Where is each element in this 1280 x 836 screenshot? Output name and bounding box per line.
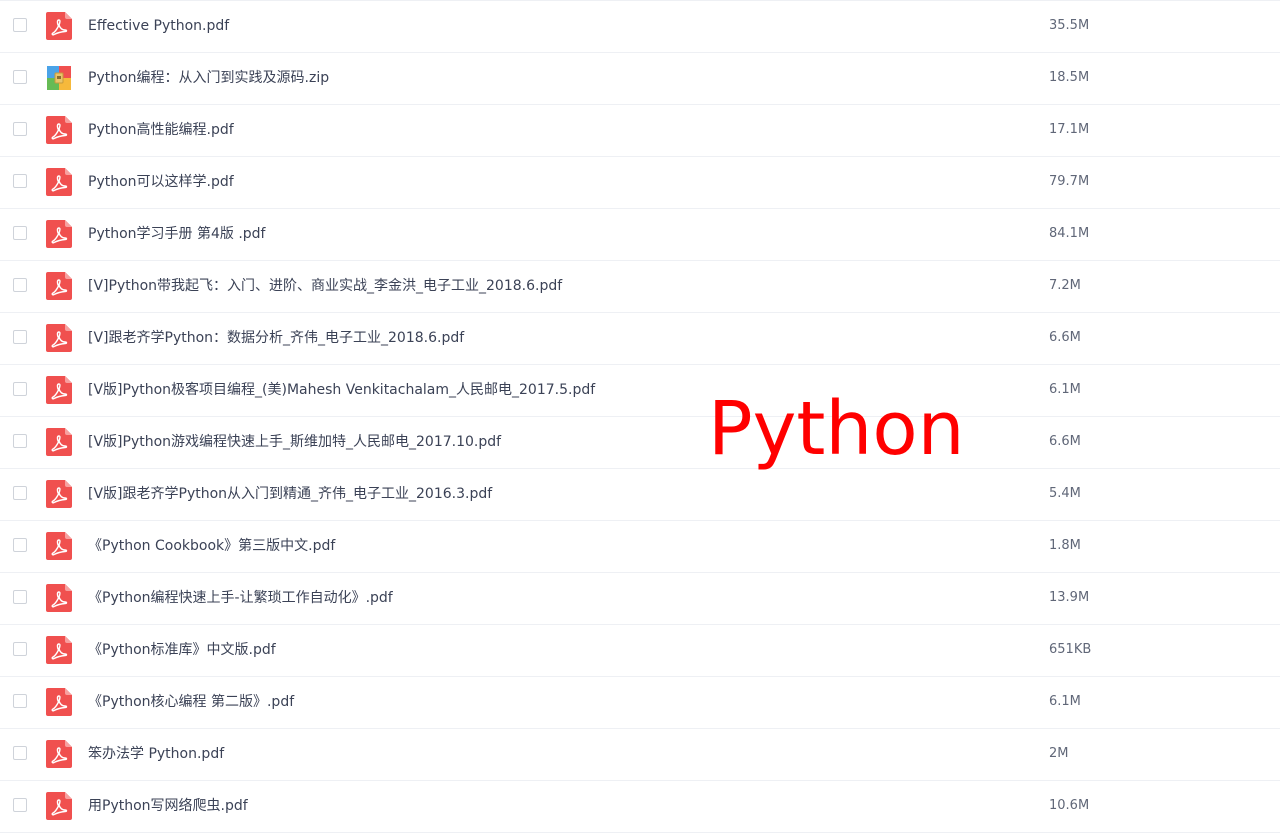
file-checkbox[interactable] — [13, 590, 27, 604]
file-checkbox[interactable] — [13, 434, 27, 448]
file-size: 6.6M — [1049, 330, 1081, 345]
file-row[interactable]: 用Python写网络爬虫.pdf 10.6M — [0, 781, 1280, 833]
file-name[interactable]: Python高性能编程.pdf — [88, 120, 234, 140]
pdf-icon — [46, 636, 72, 664]
pdf-icon — [46, 376, 72, 404]
pdf-icon — [46, 220, 72, 248]
file-name[interactable]: Python编程：从入门到实践及源码.zip — [88, 68, 329, 88]
file-name[interactable]: [V版]Python游戏编程快速上手_斯维加特_人民邮电_2017.10.pdf — [88, 432, 501, 452]
file-checkbox[interactable] — [13, 746, 27, 760]
file-name[interactable]: 《Python编程快速上手-让繁琐工作自动化》.pdf — [88, 588, 393, 608]
file-row[interactable]: Python高性能编程.pdf 17.1M — [0, 105, 1280, 157]
file-checkbox[interactable] — [13, 18, 27, 32]
file-checkbox[interactable] — [13, 278, 27, 292]
file-checkbox[interactable] — [13, 486, 27, 500]
file-name[interactable]: Python学习手册 第4版 .pdf — [88, 224, 266, 244]
pdf-icon — [46, 116, 72, 144]
file-size: 79.7M — [1049, 174, 1090, 189]
file-name[interactable]: [V]Python带我起飞：入门、进阶、商业实战_李金洪_电子工业_2018.6… — [88, 276, 562, 296]
pdf-icon — [46, 168, 72, 196]
file-row[interactable]: 《Python核心编程 第二版》.pdf 6.1M — [0, 677, 1280, 729]
file-size: 13.9M — [1049, 590, 1090, 605]
file-row[interactable]: [V版]Python游戏编程快速上手_斯维加特_人民邮电_2017.10.pdf… — [0, 417, 1280, 469]
file-name[interactable]: 《Python标准库》中文版.pdf — [88, 640, 276, 660]
file-row[interactable]: Effective Python.pdf 35.5M — [0, 1, 1280, 53]
pdf-icon — [46, 272, 72, 300]
file-name[interactable]: 笨办法学 Python.pdf — [88, 744, 224, 764]
pdf-icon — [46, 688, 72, 716]
file-checkbox[interactable] — [13, 642, 27, 656]
file-size: 5.4M — [1049, 486, 1081, 501]
file-row[interactable]: Python可以这样学.pdf 79.7M — [0, 157, 1280, 209]
file-size: 10.6M — [1049, 798, 1090, 813]
file-row[interactable]: 《Python Cookbook》第三版中文.pdf 1.8M — [0, 521, 1280, 573]
file-name[interactable]: Python可以这样学.pdf — [88, 172, 234, 192]
file-row[interactable]: [V]Python带我起飞：入门、进阶、商业实战_李金洪_电子工业_2018.6… — [0, 261, 1280, 313]
file-size: 6.1M — [1049, 694, 1081, 709]
pdf-icon — [46, 532, 72, 560]
file-name[interactable]: 《Python Cookbook》第三版中文.pdf — [88, 536, 335, 556]
file-size: 6.6M — [1049, 434, 1081, 449]
pdf-icon — [46, 584, 72, 612]
file-size: 6.1M — [1049, 382, 1081, 397]
file-name[interactable]: 《Python核心编程 第二版》.pdf — [88, 692, 294, 712]
file-size: 651KB — [1049, 642, 1092, 657]
file-row[interactable]: Python编程：从入门到实践及源码.zip 18.5M — [0, 53, 1280, 105]
file-name[interactable]: 用Python写网络爬虫.pdf — [88, 796, 248, 816]
file-row[interactable]: [V版]跟老齐学Python从入门到精通_齐伟_电子工业_2016.3.pdf … — [0, 469, 1280, 521]
file-checkbox[interactable] — [13, 226, 27, 240]
file-checkbox[interactable] — [13, 174, 27, 188]
file-row[interactable]: [V]跟老齐学Python：数据分析_齐伟_电子工业_2018.6.pdf 6.… — [0, 313, 1280, 365]
file-size: 84.1M — [1049, 226, 1090, 241]
pdf-icon — [46, 792, 72, 820]
file-row[interactable]: [V版]Python极客项目编程_(美)Mahesh Venkitachalam… — [0, 365, 1280, 417]
file-size: 35.5M — [1049, 18, 1090, 33]
file-size: 7.2M — [1049, 278, 1081, 293]
file-row[interactable]: 《Python编程快速上手-让繁琐工作自动化》.pdf 13.9M — [0, 573, 1280, 625]
file-size: 17.1M — [1049, 122, 1090, 137]
file-checkbox[interactable] — [13, 798, 27, 812]
pdf-icon — [46, 428, 72, 456]
file-checkbox[interactable] — [13, 382, 27, 396]
file-checkbox[interactable] — [13, 538, 27, 552]
file-size: 2M — [1049, 746, 1069, 761]
file-checkbox[interactable] — [13, 70, 27, 84]
file-name[interactable]: [V]跟老齐学Python：数据分析_齐伟_电子工业_2018.6.pdf — [88, 328, 464, 348]
pdf-icon — [46, 740, 72, 768]
file-size: 1.8M — [1049, 538, 1081, 553]
file-row[interactable]: 《Python标准库》中文版.pdf 651KB — [0, 625, 1280, 677]
pdf-icon — [46, 12, 72, 40]
file-checkbox[interactable] — [13, 122, 27, 136]
file-checkbox[interactable] — [13, 330, 27, 344]
file-name[interactable]: [V版]Python极客项目编程_(美)Mahesh Venkitachalam… — [88, 380, 595, 400]
file-list: Effective Python.pdf 35.5M Python编程：从入门到… — [0, 0, 1280, 836]
file-name[interactable]: Effective Python.pdf — [88, 16, 229, 36]
file-size: 18.5M — [1049, 70, 1090, 85]
pdf-icon — [46, 324, 72, 352]
file-checkbox[interactable] — [13, 694, 27, 708]
zip-archive-icon — [46, 64, 72, 92]
file-row[interactable]: Python学习手册 第4版 .pdf 84.1M — [0, 209, 1280, 261]
pdf-icon — [46, 480, 72, 508]
file-row[interactable]: 笨办法学 Python.pdf 2M — [0, 729, 1280, 781]
file-name[interactable]: [V版]跟老齐学Python从入门到精通_齐伟_电子工业_2016.3.pdf — [88, 484, 492, 504]
